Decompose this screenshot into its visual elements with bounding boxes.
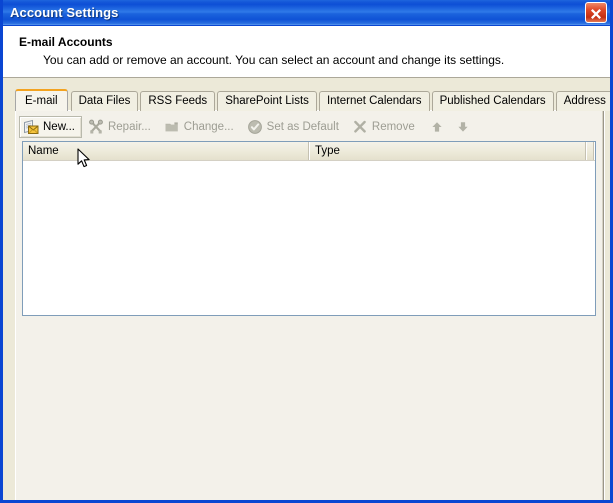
remove-account-button: Remove	[348, 116, 422, 138]
change-folder-icon	[164, 119, 180, 135]
remove-account-label: Remove	[371, 121, 415, 133]
new-account-button[interactable]: New...	[19, 116, 82, 138]
close-icon[interactable]	[585, 2, 607, 23]
tab-internet-calendars[interactable]: Internet Calendars	[318, 91, 430, 111]
repair-tools-icon	[88, 119, 104, 135]
new-mail-icon	[23, 119, 39, 135]
change-account-button: Change...	[160, 116, 241, 138]
set-as-default-label: Set as Default	[266, 121, 339, 133]
list-header-row: Name Type	[23, 142, 595, 161]
tab-rss-feeds[interactable]: RSS Feeds	[140, 91, 216, 111]
tab-sharepoint-lists[interactable]: SharePoint Lists	[217, 91, 317, 111]
new-account-label: New...	[43, 121, 75, 133]
check-circle-icon	[247, 119, 263, 135]
page-description: You can add or remove an account. You ca…	[43, 53, 505, 67]
tab-label: SharePoint Lists	[225, 95, 309, 107]
remove-x-icon	[352, 119, 368, 135]
tab-label: Published Calendars	[439, 95, 546, 107]
tab-label: Data Files	[78, 95, 131, 107]
arrow-up-icon	[429, 119, 445, 135]
tab-address-books[interactable]: Address Books	[555, 91, 610, 111]
move-up-button	[424, 116, 450, 138]
repair-account-button: Repair...	[84, 116, 158, 138]
tab-panel-email: New... Repair... Change... Set as Defaul…	[15, 110, 604, 500]
accounts-list[interactable]: Name Type	[22, 141, 596, 316]
dialog-header: E-mail Accounts You can add or remove an…	[3, 26, 610, 78]
column-header-type[interactable]: Type	[310, 142, 587, 160]
move-down-button	[450, 116, 476, 138]
title-bar: Account Settings	[3, 0, 610, 26]
tab-label: RSS Feeds	[148, 95, 208, 107]
column-header-name[interactable]: Name	[23, 142, 310, 160]
change-account-label: Change...	[183, 121, 234, 133]
dialog-body: E-mail Data Files RSS Feeds SharePoint L…	[3, 78, 610, 500]
list-body[interactable]	[23, 161, 595, 315]
tab-label: Internet Calendars	[326, 95, 422, 107]
account-settings-dialog: Account Settings E-mail Accounts You can…	[0, 0, 613, 503]
set-as-default-button: Set as Default	[243, 116, 346, 138]
repair-account-label: Repair...	[107, 121, 151, 133]
accounts-toolbar: New... Repair... Change... Set as Defaul…	[19, 114, 476, 140]
arrow-down-icon	[455, 119, 471, 135]
tab-strip: E-mail Data Files RSS Feeds SharePoint L…	[15, 89, 610, 111]
tab-data-files[interactable]: Data Files	[70, 91, 139, 111]
tab-label: E-mail	[25, 95, 58, 107]
page-title: E-mail Accounts	[19, 35, 113, 49]
column-header-filler	[587, 142, 595, 160]
window-title: Account Settings	[10, 5, 119, 20]
tab-email[interactable]: E-mail	[15, 89, 68, 111]
tab-label: Address Books	[563, 95, 610, 107]
tab-published-calendars[interactable]: Published Calendars	[431, 91, 554, 111]
